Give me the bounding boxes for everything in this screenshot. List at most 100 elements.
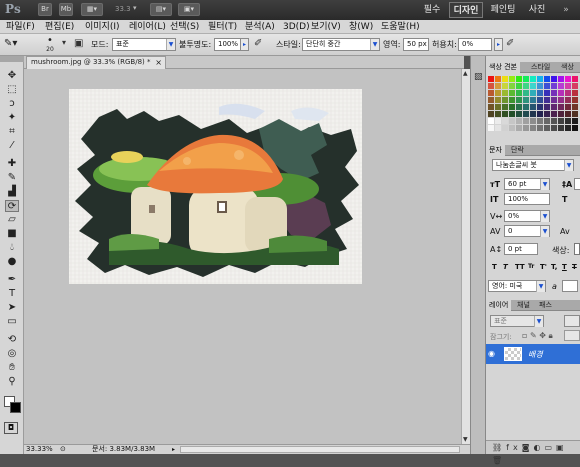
swatch-cell[interactable] bbox=[544, 83, 550, 89]
swatch-cell[interactable] bbox=[565, 125, 571, 131]
swatch-cell[interactable] bbox=[544, 76, 550, 82]
tools-panel-header[interactable] bbox=[0, 56, 24, 62]
swatch-cell[interactable] bbox=[488, 118, 494, 124]
workspace-essentials[interactable]: 필수 bbox=[417, 2, 447, 18]
opacity-slider-icon[interactable]: ▸ bbox=[240, 38, 249, 51]
folder-icon[interactable]: ▭ bbox=[544, 443, 556, 452]
swatch-cell[interactable] bbox=[495, 104, 501, 110]
tolerance-slider-icon[interactable]: ▸ bbox=[494, 38, 503, 51]
swatch-cell[interactable] bbox=[537, 118, 543, 124]
swatch-cell[interactable] bbox=[572, 76, 578, 82]
baseline-shift-input[interactable]: 0 pt bbox=[504, 243, 538, 255]
swatch-cell[interactable] bbox=[495, 118, 501, 124]
superscript-button[interactable]: T' bbox=[540, 263, 547, 271]
crop-tool-icon[interactable]: ⌗ bbox=[5, 126, 19, 138]
lasso-tool-icon[interactable]: ↄ bbox=[5, 98, 19, 110]
swatch-cell[interactable] bbox=[558, 97, 564, 103]
dodge-tool-icon[interactable]: ● bbox=[5, 256, 19, 268]
scroll-up-icon[interactable]: ▲ bbox=[463, 70, 468, 77]
tablet-pressure-icon[interactable]: ✐ bbox=[254, 38, 262, 49]
tolerance-input[interactable]: 0% bbox=[458, 38, 492, 51]
tab-channels[interactable]: 채널 bbox=[514, 300, 533, 311]
quick-selection-tool-icon[interactable]: ✦ bbox=[5, 112, 19, 124]
type-tool-icon[interactable]: T bbox=[5, 288, 19, 300]
subscript-button[interactable]: T, bbox=[551, 263, 557, 271]
all-caps-button[interactable]: TT bbox=[515, 263, 525, 271]
style-select[interactable]: 단단히 중간 ▼ bbox=[302, 38, 380, 51]
swatch-cell[interactable] bbox=[530, 118, 536, 124]
swatch-cell[interactable] bbox=[530, 83, 536, 89]
strikethrough-button[interactable]: T bbox=[572, 263, 577, 271]
3d-orbit-tool-icon[interactable]: ◎ bbox=[5, 348, 19, 360]
tab-character[interactable]: 문자 bbox=[486, 145, 505, 156]
swatch-cell[interactable] bbox=[516, 111, 522, 117]
swatch-cell[interactable] bbox=[572, 111, 578, 117]
swatch-cell[interactable] bbox=[558, 76, 564, 82]
swatch-cell[interactable] bbox=[502, 111, 508, 117]
document-image[interactable] bbox=[69, 89, 362, 284]
swatch-cell[interactable] bbox=[523, 125, 529, 131]
swatch-cell[interactable] bbox=[572, 90, 578, 96]
swatch-cell[interactable] bbox=[558, 90, 564, 96]
swatch-cell[interactable] bbox=[502, 76, 508, 82]
underline-button[interactable]: T bbox=[562, 263, 567, 271]
layer-row-background[interactable]: ◉ 배경 bbox=[486, 344, 580, 364]
swatch-cell[interactable] bbox=[523, 76, 529, 82]
trash-icon[interactable]: 🗑︎ bbox=[492, 456, 506, 465]
swatch-cell[interactable] bbox=[565, 118, 571, 124]
text-color-swatch[interactable] bbox=[574, 243, 580, 255]
swatch-cell[interactable] bbox=[530, 125, 536, 131]
swatches-grid[interactable] bbox=[486, 74, 580, 144]
font-size-input[interactable]: 60 pt ▼ bbox=[504, 178, 550, 190]
swatch-cell[interactable] bbox=[558, 104, 564, 110]
swatch-cell[interactable] bbox=[544, 97, 550, 103]
swatch-cell[interactable] bbox=[509, 90, 515, 96]
menu-help[interactable]: 도움말(H) bbox=[381, 21, 420, 33]
swatch-cell[interactable] bbox=[565, 83, 571, 89]
swatch-cell[interactable] bbox=[551, 104, 557, 110]
menu-analysis[interactable]: 분석(A) bbox=[245, 21, 275, 33]
close-icon[interactable]: × bbox=[155, 57, 162, 68]
swatch-cell[interactable] bbox=[495, 97, 501, 103]
tab-styles[interactable]: 스타일 bbox=[528, 62, 553, 73]
menu-file[interactable]: 파일(F) bbox=[6, 21, 35, 33]
gradient-tool-icon[interactable]: ■ bbox=[5, 228, 19, 240]
brush-preset-picker[interactable]: • 20 bbox=[40, 35, 60, 55]
layers-footer-buttons[interactable]: ⛓fx◙◐▭▣ 🗑︎ bbox=[486, 440, 580, 465]
swatch-cell[interactable] bbox=[495, 125, 501, 131]
swatch-cell[interactable] bbox=[537, 76, 543, 82]
zoom-dropdown-icon[interactable]: ▾ bbox=[133, 4, 137, 12]
swatch-cell[interactable] bbox=[509, 104, 515, 110]
swatch-cell[interactable] bbox=[537, 111, 543, 117]
swatch-cell[interactable] bbox=[516, 97, 522, 103]
tablet-pressure-size-icon[interactable]: ✐ bbox=[506, 38, 514, 49]
swatch-cell[interactable] bbox=[558, 83, 564, 89]
swatch-cell[interactable] bbox=[530, 90, 536, 96]
swatch-cell[interactable] bbox=[551, 90, 557, 96]
tab-paragraph[interactable]: 단락 bbox=[508, 145, 527, 156]
horizontal-scrollbar[interactable] bbox=[180, 446, 460, 453]
swatch-cell[interactable] bbox=[509, 111, 515, 117]
swatch-cell[interactable] bbox=[495, 76, 501, 82]
workspace-photography[interactable]: 사진 bbox=[522, 2, 552, 18]
area-input[interactable]: 50 px bbox=[403, 38, 429, 51]
swatch-cell[interactable] bbox=[509, 118, 515, 124]
document-tab[interactable]: mushroom.jpg @ 33.3% (RGB/8) * × bbox=[26, 56, 166, 69]
mask-icon[interactable]: ◙ bbox=[522, 443, 534, 452]
screen-mode-button[interactable]: ▣▾ bbox=[178, 3, 200, 16]
swatch-cell[interactable] bbox=[537, 125, 543, 131]
eyedropper-tool-icon[interactable]: ⁄ bbox=[5, 140, 19, 152]
tool-preset-picker[interactable]: ✎▾ bbox=[4, 38, 26, 52]
leading-input[interactable] bbox=[574, 178, 580, 190]
swatch-cell[interactable] bbox=[488, 90, 494, 96]
swatch-cell[interactable] bbox=[551, 83, 557, 89]
swatch-cell[interactable] bbox=[572, 83, 578, 89]
menu-edit[interactable]: 편집(E) bbox=[45, 21, 74, 33]
menu-view[interactable]: 보기(V) bbox=[311, 21, 341, 33]
swatch-cell[interactable] bbox=[565, 76, 571, 82]
menu-3d[interactable]: 3D(D) bbox=[283, 21, 310, 33]
swatch-cell[interactable] bbox=[544, 125, 550, 131]
hand-tool-icon[interactable]: ✋︎ bbox=[5, 362, 19, 374]
swatch-cell[interactable] bbox=[537, 90, 543, 96]
swatch-cell[interactable] bbox=[544, 90, 550, 96]
